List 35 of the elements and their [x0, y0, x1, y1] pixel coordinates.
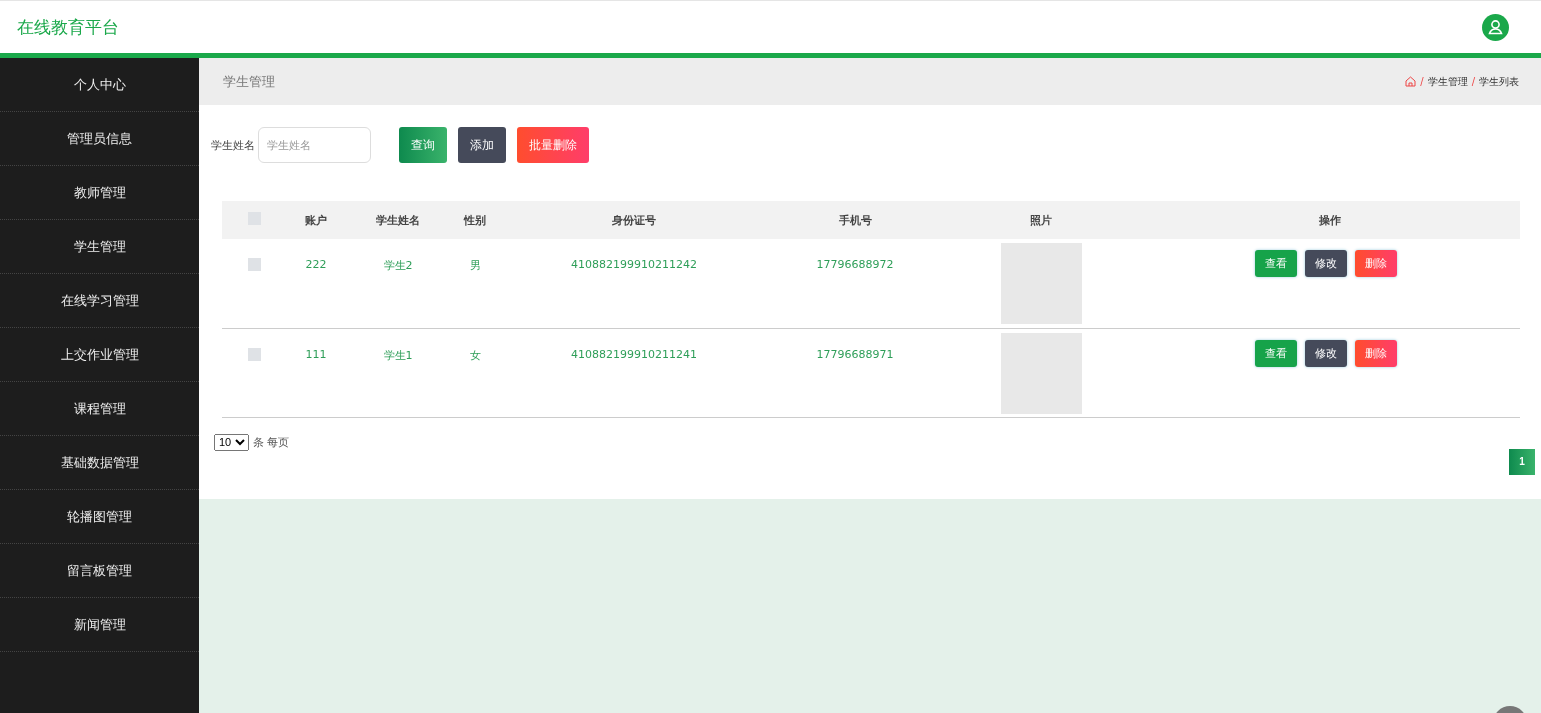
breadcrumb-separator: /	[1420, 76, 1424, 87]
breadcrumb-link[interactable]: 学生列表	[1479, 74, 1519, 89]
column-header: 手机号	[768, 201, 942, 239]
toolbar-button[interactable]: 添加	[458, 127, 506, 163]
table-cell: 410882199910211241	[500, 328, 768, 417]
table-cell: 男	[450, 239, 500, 328]
checkbox[interactable]	[247, 347, 261, 361]
page-size-label: 条 每页	[253, 434, 290, 450]
row-action-button[interactable]: 修改	[1305, 339, 1347, 367]
search-field[interactable]: 学生姓名	[258, 127, 371, 163]
table-cell: 学生1	[346, 328, 450, 417]
table-cell: 17796688971	[768, 328, 942, 417]
home-icon[interactable]	[1405, 76, 1417, 87]
toolbar-button[interactable]: 查询	[399, 127, 447, 163]
user-icon[interactable]	[1482, 13, 1509, 41]
page-size-select[interactable]: 10	[214, 433, 249, 451]
table-cell: 111	[286, 328, 346, 417]
table-cell: 17796688972	[768, 239, 942, 328]
column-header: 照片	[942, 201, 1140, 239]
breadcrumb-link[interactable]: 学生管理	[1427, 74, 1468, 89]
column-header: 账户	[286, 201, 346, 239]
breadcrumb-separator: /	[1471, 76, 1475, 87]
table-cell: 女	[450, 328, 500, 417]
table-cell: 410882199910211242	[500, 239, 768, 328]
column-header: 性别	[450, 201, 500, 239]
column-header: 操作	[1140, 201, 1520, 239]
site-logo: 在线教育平台	[17, 15, 119, 39]
row-action-button[interactable]: 修改	[1305, 250, 1347, 277]
search-label: 学生姓名	[211, 137, 255, 153]
page-title: 学生管理	[223, 72, 275, 91]
column-header: 身份证号	[500, 201, 768, 239]
table-cell: 学生2	[346, 239, 450, 328]
table-cell: 222	[286, 239, 346, 328]
column-header: 学生姓名	[346, 201, 450, 239]
checkbox[interactable]	[247, 258, 261, 271]
